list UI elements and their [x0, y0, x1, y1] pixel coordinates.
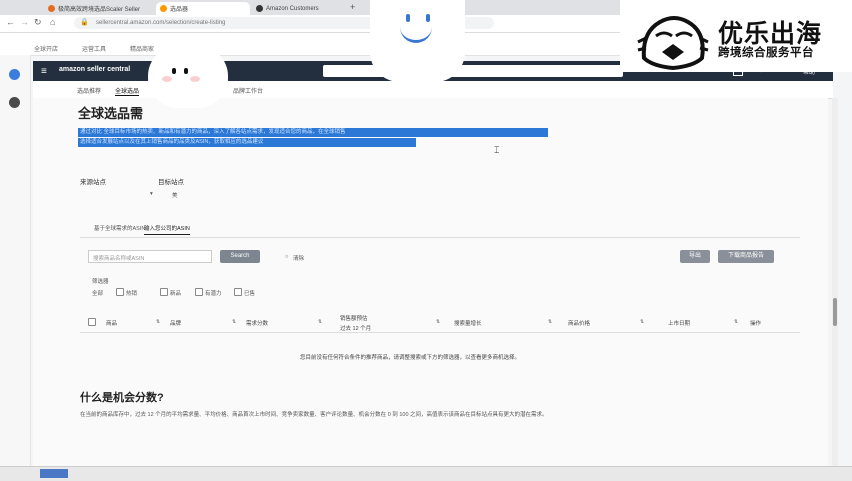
- source-market-label: 来源站点: [80, 179, 106, 186]
- forward-icon[interactable]: →: [20, 17, 29, 27]
- empty-state-message: 您目前没有任何符合条件的推荐商品，请调整搜索或下方的筛选器，以查看更多商机选择。: [300, 355, 521, 361]
- target-market-label: 目标站点: [158, 179, 184, 186]
- chevron-down-icon[interactable]: ▾: [150, 191, 153, 197]
- sort-icon[interactable]: ⇅: [156, 319, 160, 325]
- search-button[interactable]: Search: [220, 250, 260, 263]
- sort-icon[interactable]: ⇅: [232, 319, 236, 325]
- column-header[interactable]: 品牌: [170, 319, 181, 327]
- sticker-smile: [400, 26, 432, 43]
- main-content: [33, 98, 828, 480]
- taskbar: [0, 466, 852, 481]
- tab-favicon-icon: [48, 5, 55, 12]
- subnav-item[interactable]: 品牌工作台: [233, 86, 263, 95]
- tab-your-asin[interactable]: 输入您公司的ASIN: [144, 224, 190, 235]
- column-header[interactable]: 操作: [750, 319, 761, 327]
- divider: [80, 332, 800, 333]
- sort-icon[interactable]: ⇅: [548, 319, 552, 325]
- column-header[interactable]: 上市日期: [668, 319, 690, 327]
- face-sticker: [148, 46, 228, 108]
- browser-tab-1[interactable]: 极简高效跨境选品Scaler Seller: [44, 2, 152, 15]
- filter-sold[interactable]: 已售: [244, 289, 255, 297]
- face-sticker: [370, 0, 465, 82]
- filter-checkbox[interactable]: [195, 288, 203, 296]
- export-button[interactable]: 导出: [680, 250, 710, 263]
- browser-tab-3[interactable]: Amazon Customers: [252, 2, 348, 15]
- bookmark-2[interactable]: 运营工具: [82, 44, 106, 53]
- target-market-value[interactable]: 美: [172, 191, 178, 199]
- filter-checkbox[interactable]: [234, 288, 242, 296]
- sticker-cheek: [162, 76, 172, 82]
- filter-potential[interactable]: 有潜力: [205, 289, 222, 297]
- select-all-checkbox[interactable]: [88, 318, 96, 326]
- subnav-item-active[interactable]: 全球选品: [115, 86, 140, 96]
- taskbar-app-icon[interactable]: [40, 469, 68, 478]
- column-header[interactable]: 需求分数: [246, 319, 268, 327]
- sort-icon[interactable]: ⇅: [436, 319, 440, 325]
- scrollbar[interactable]: [832, 98, 838, 480]
- browser-sidebar: [0, 55, 31, 480]
- reload-icon[interactable]: ↻: [34, 17, 42, 28]
- sticker-eye: [184, 68, 188, 74]
- mouse-cursor-icon: ⌶: [494, 145, 500, 155]
- bookmark-3[interactable]: 精品商家: [130, 44, 154, 53]
- menu-icon[interactable]: ≡: [41, 66, 47, 77]
- faq-text: 在当前的商品库存中，过去 12 个月的平均需求量、平均价格、商品首次上市时间、竞…: [80, 412, 548, 418]
- column-header[interactable]: 商品价格: [568, 319, 590, 327]
- column-header[interactable]: 商品: [106, 319, 117, 327]
- new-tab-icon[interactable]: +: [350, 2, 355, 12]
- clear-label[interactable]: 清除: [293, 254, 304, 262]
- brand-tagline: 跨境综合服务平台: [718, 45, 814, 59]
- search-placeholder: 搜索商品名称或ASIN: [93, 256, 145, 262]
- scrollbar-thumb[interactable]: [833, 298, 837, 326]
- search-input[interactable]: 搜索商品名称或ASIN: [88, 250, 212, 263]
- page-title: 全球选品需: [78, 106, 144, 121]
- clear-radio[interactable]: ○: [285, 254, 288, 260]
- column-header[interactable]: 销售额预估: [340, 314, 368, 322]
- intro-text-line2: 选择适合发展站点以及在其上销售商品的品类及ASIN，获取相应的选品建议: [78, 138, 416, 147]
- download-report-button[interactable]: 下载商品报告: [718, 250, 774, 263]
- filter-checkbox[interactable]: [116, 288, 124, 296]
- browser-tab-2[interactable]: 选品器: [156, 2, 250, 15]
- divider: [80, 237, 800, 238]
- tab-favicon-icon: [256, 5, 263, 12]
- lion-logo-icon: [637, 16, 709, 70]
- column-subheader: 过去 12 个月: [340, 326, 372, 332]
- sidebar-app-icon[interactable]: [9, 97, 20, 108]
- column-header[interactable]: 搜索量增长: [454, 319, 482, 327]
- sort-icon[interactable]: ⇅: [318, 319, 322, 325]
- lock-icon: 🔒: [80, 19, 89, 26]
- tab-global-demand[interactable]: 基于全球需求的ASIN: [94, 224, 145, 232]
- amazon-logo[interactable]: amazon seller central: [59, 66, 130, 73]
- sort-icon[interactable]: ⇅: [734, 319, 738, 325]
- sidebar-app-icon[interactable]: [9, 69, 20, 80]
- filters-label: 筛选器: [92, 279, 109, 285]
- tab-label: 选品器: [170, 7, 189, 13]
- sticker-eye: [406, 14, 410, 22]
- bookmark-1[interactable]: 全球开店: [34, 44, 58, 53]
- filter-checkbox[interactable]: [160, 288, 168, 296]
- sticker-cheek: [190, 76, 200, 82]
- tab-label: Amazon Customers: [266, 5, 319, 12]
- tab-label: 极简高效跨境选品Scaler Seller: [58, 7, 141, 13]
- home-icon[interactable]: ⌂: [50, 17, 55, 27]
- filter-new[interactable]: 新品: [170, 289, 181, 297]
- faq-title: 什么是机会分数?: [80, 392, 164, 404]
- intro-text-line1: 通过对比 全球目标市场的热卖、新品和有潜力的商品，深入了解各站点需求，发现适合您…: [78, 128, 548, 137]
- subnav-item[interactable]: 选品推荐: [77, 86, 101, 95]
- sort-icon[interactable]: ⇅: [640, 319, 644, 325]
- back-icon[interactable]: ←: [6, 17, 15, 27]
- filter-hot[interactable]: 热销: [126, 289, 137, 297]
- filter-all[interactable]: 全部: [92, 289, 103, 297]
- global-search-input[interactable]: [323, 65, 623, 77]
- tab-favicon-icon: [160, 5, 167, 12]
- sticker-eye: [172, 68, 176, 74]
- sticker-eye: [426, 14, 430, 22]
